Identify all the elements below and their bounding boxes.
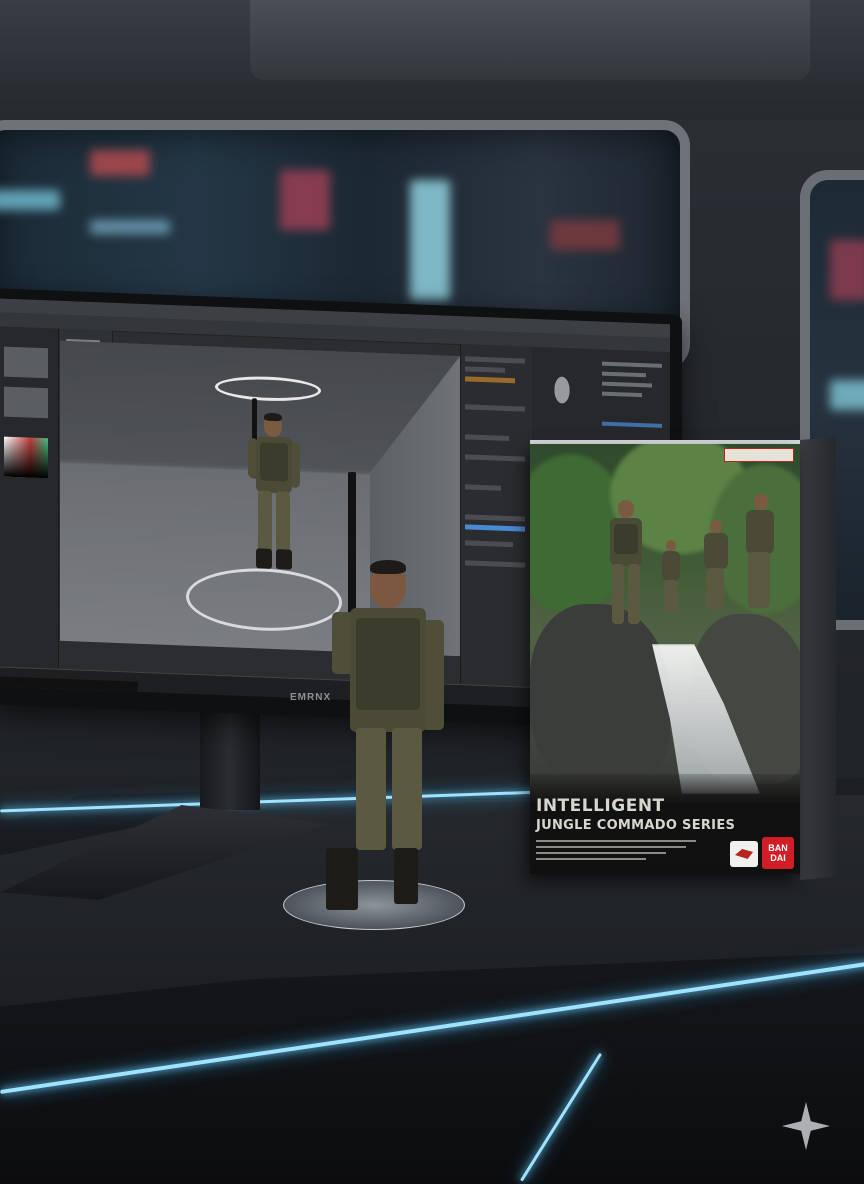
hair: [264, 412, 282, 422]
tactical-vest: [356, 618, 420, 710]
box-title-line1: INTELLIGENT: [536, 796, 665, 816]
head: [710, 520, 722, 533]
city-light: [90, 150, 150, 176]
city-light: [0, 190, 60, 210]
boot: [256, 548, 272, 569]
boot: [326, 848, 358, 910]
leg: [612, 564, 624, 624]
torso: [746, 510, 774, 554]
property-row[interactable]: [465, 434, 509, 442]
viewport-soldier-model[interactable]: [238, 398, 308, 601]
monitor-stand-neck: [200, 700, 260, 810]
tree-row[interactable]: [602, 371, 646, 378]
box-soldier-figure: [698, 520, 738, 620]
reference-thumbnail[interactable]: [538, 361, 586, 433]
leg: [356, 728, 386, 850]
tree-row[interactable]: [602, 391, 642, 398]
material-swatch[interactable]: [4, 346, 48, 379]
tools-panel[interactable]: [0, 326, 59, 679]
ceiling-panel: [250, 0, 810, 80]
city-light: [830, 380, 864, 410]
city-light: [830, 240, 864, 300]
torso: [704, 533, 728, 569]
color-picker[interactable]: [4, 436, 48, 479]
leg: [628, 564, 640, 624]
property-row[interactable]: [465, 514, 525, 522]
city-light: [90, 220, 170, 234]
head: [754, 494, 768, 510]
property-row[interactable]: [465, 376, 515, 384]
fine-print: [536, 858, 646, 860]
property-row[interactable]: [465, 356, 525, 364]
box-soldier-figure: [734, 494, 784, 624]
properties-panel[interactable]: [460, 344, 531, 687]
city-light: [550, 220, 620, 250]
leg: [258, 490, 272, 553]
fine-print: [536, 840, 696, 842]
box-title-line2: JUNGLE COMMADO SERIES: [536, 818, 736, 833]
box-soldier-figure: [658, 540, 688, 620]
torso: [662, 551, 680, 581]
dinosaur-logo-icon: [730, 841, 758, 867]
boot: [276, 549, 292, 570]
leg: [276, 491, 290, 554]
box-side-panel: [800, 436, 836, 880]
scene: EMRNX INTELLIGENT JUNGLE COMMADO SERIES …: [0, 0, 864, 1184]
property-row-selected[interactable]: [465, 524, 525, 532]
property-row[interactable]: [465, 484, 501, 491]
property-row[interactable]: [465, 454, 525, 462]
leg: [706, 568, 724, 610]
leg: [748, 552, 770, 608]
fine-print: [536, 846, 686, 848]
property-row[interactable]: [465, 560, 525, 568]
vest: [260, 442, 288, 482]
city-light: [410, 180, 450, 300]
boot: [394, 848, 418, 904]
hair: [370, 560, 406, 574]
property-row[interactable]: [465, 366, 505, 373]
leg: [664, 580, 678, 612]
tree-row-selected[interactable]: [602, 421, 662, 428]
vest: [614, 524, 638, 554]
tree-row[interactable]: [602, 361, 662, 368]
box-top-banner: [724, 448, 794, 462]
property-row[interactable]: [465, 404, 525, 412]
soldier-action-figure: [318, 472, 458, 912]
tree-row[interactable]: [602, 381, 652, 388]
property-row[interactable]: [465, 540, 513, 548]
fine-print: [536, 852, 666, 854]
city-light: [280, 170, 330, 230]
product-box: INTELLIGENT JUNGLE COMMADO SERIES BAN DA…: [530, 444, 800, 874]
material-swatch[interactable]: [4, 386, 48, 419]
bandai-logo: BAN DAI: [762, 837, 794, 869]
head: [666, 540, 676, 551]
leg: [392, 728, 422, 850]
head: [618, 500, 634, 518]
box-soldier-figure: [598, 500, 658, 670]
